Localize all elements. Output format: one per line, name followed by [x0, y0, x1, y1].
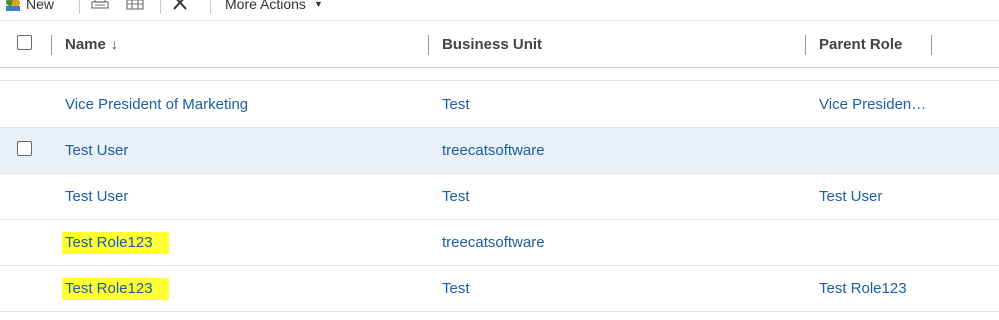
role-name-link[interactable]: Test Role123 [62, 278, 169, 300]
more-actions-button[interactable]: More Actions ▼ [225, 0, 323, 15]
parent-role-link[interactable]: Test Role123 [819, 280, 907, 298]
table-row[interactable]: Test User Test Test User [0, 174, 999, 220]
column-header-business-unit[interactable]: Business Unit [442, 36, 542, 53]
column-header-parent-role[interactable]: Parent Role [819, 36, 902, 53]
table-row[interactable]: Test Role123 treecatsoftware [0, 220, 999, 266]
column-divider[interactable] [805, 35, 806, 55]
delete-button[interactable] [172, 0, 188, 15]
column-divider[interactable] [428, 35, 429, 55]
business-unit-link[interactable]: treecatsoftware [442, 142, 545, 160]
print-icon [91, 0, 109, 15]
command-bar: New More Actions ▼ [0, 0, 999, 19]
role-name-link[interactable]: Test User [65, 188, 128, 206]
column-header-name[interactable]: Name ↓ [65, 36, 118, 53]
column-divider[interactable] [51, 35, 52, 55]
column-header-parent-role-label: Parent Role [819, 36, 903, 53]
business-unit-link[interactable]: Test [442, 188, 470, 206]
column-header-business-unit-label: Business Unit [442, 36, 543, 53]
new-button-label: New [26, 0, 55, 12]
business-unit-link[interactable]: Test [442, 96, 470, 114]
chevron-down-icon: ▼ [313, 0, 323, 9]
more-actions-label: More Actions [225, 0, 306, 12]
row-checkbox[interactable] [17, 141, 32, 156]
toolbar-separator [210, 0, 211, 14]
role-name-link[interactable]: Test User [65, 142, 128, 160]
table-row[interactable]: Vice President of Marketing Test Vice Pr… [0, 82, 999, 128]
columns-icon [126, 0, 144, 15]
business-unit-link[interactable]: treecatsoftware [442, 234, 545, 252]
columns-button[interactable] [126, 0, 144, 15]
column-divider[interactable] [931, 35, 932, 55]
delete-icon [172, 0, 188, 15]
business-unit-link[interactable]: Test [442, 280, 470, 298]
table-row[interactable]: Test User treecatsoftware [0, 128, 999, 174]
parent-role-link[interactable]: Test User [819, 188, 882, 206]
toolbar-separator [79, 0, 80, 14]
new-button[interactable]: New [4, 0, 54, 15]
role-name-link[interactable]: Vice President of Marketing [65, 96, 248, 114]
role-name-link[interactable]: Test Role123 [62, 232, 169, 254]
select-all-checkbox[interactable] [17, 35, 32, 50]
sort-descending-icon: ↓ [110, 36, 118, 52]
print-button[interactable] [91, 0, 109, 15]
grid-header: Name ↓ Business Unit Parent Role [0, 20, 999, 68]
parent-role-link[interactable]: Vice Presiden… [819, 96, 926, 114]
toolbar-separator [160, 0, 161, 14]
table-row[interactable]: Test Role123 Test Test Role123 [0, 266, 999, 312]
column-header-name-label: Name [65, 36, 106, 53]
new-role-icon [4, 0, 22, 11]
grid-spacer [0, 68, 999, 81]
